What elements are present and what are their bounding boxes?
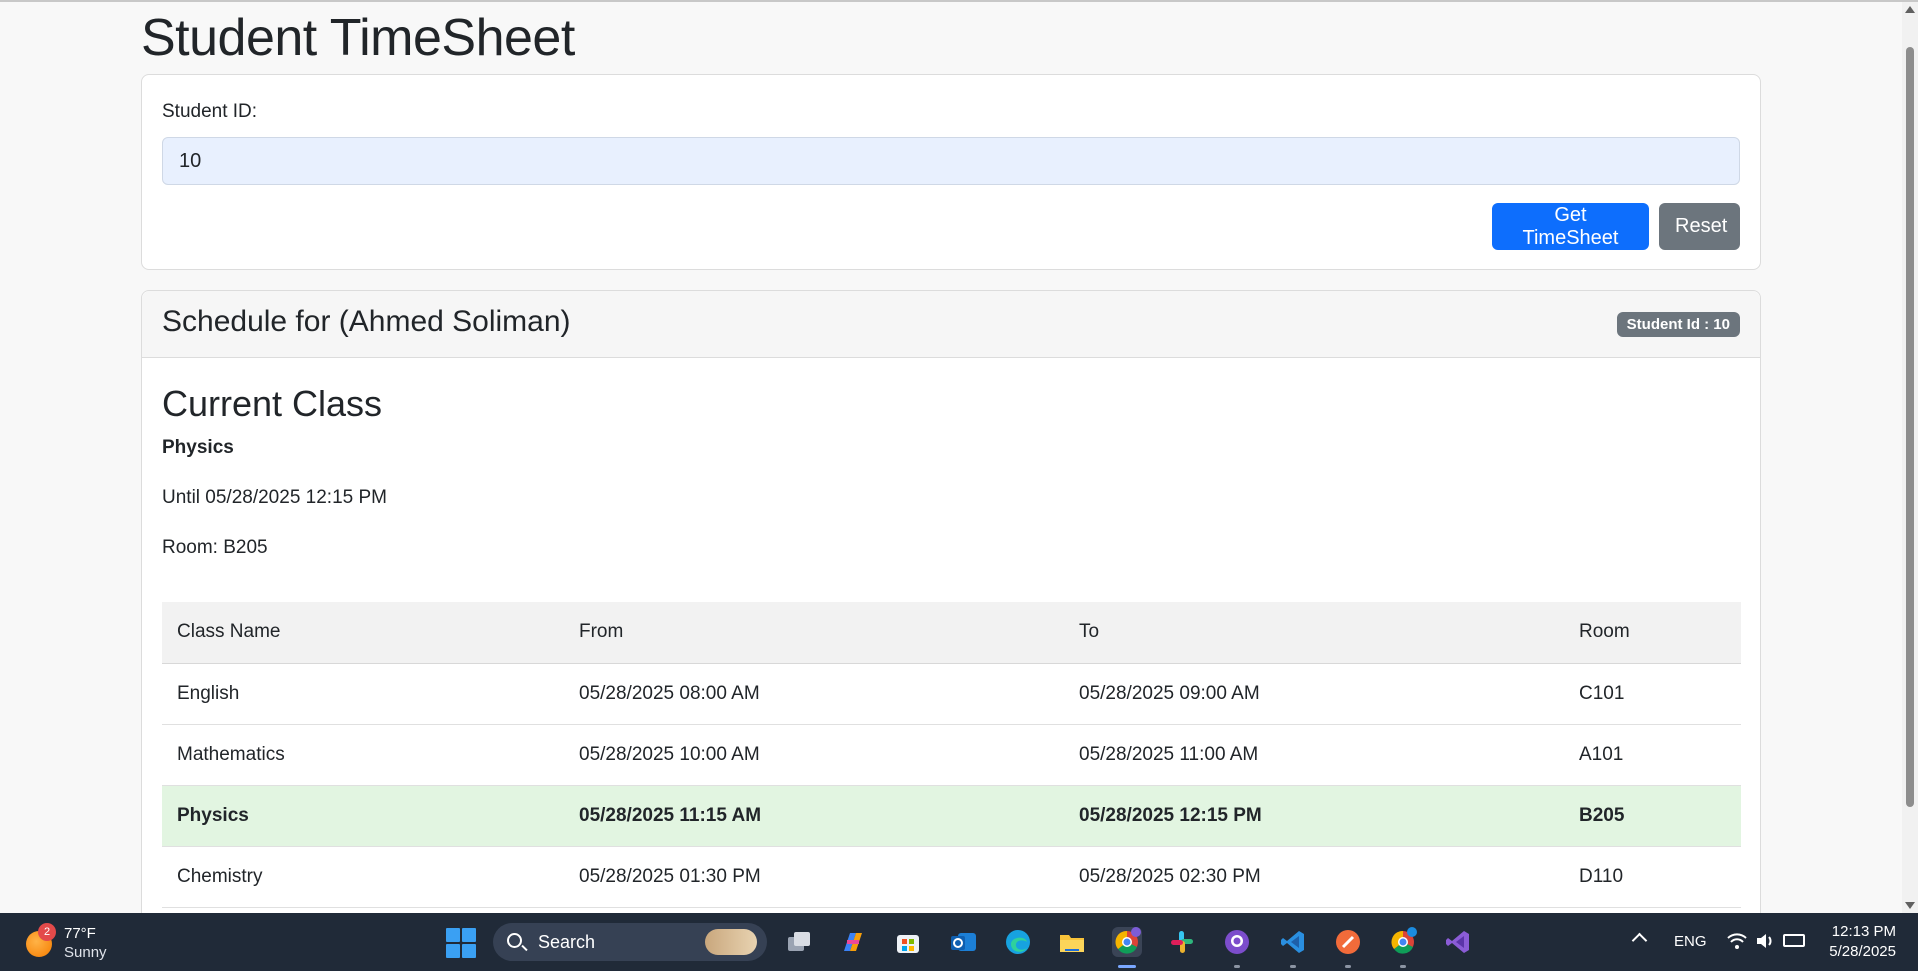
page-title: Student TimeSheet xyxy=(141,9,575,67)
cell-from: 05/28/2025 10:00 AM xyxy=(564,724,1064,786)
column-header-from: From xyxy=(564,602,1064,664)
cell-from: 05/28/2025 11:15 AM xyxy=(564,785,1064,847)
cell-from: 05/28/2025 08:00 AM xyxy=(564,663,1064,725)
timesheet-table: Class Name From To Room English 05/28/20… xyxy=(162,602,1741,908)
browser-viewport: Student TimeSheet Student ID: Get TimeSh… xyxy=(0,2,1902,913)
clock-time[interactable]: 12:13 PM xyxy=(1832,923,1896,940)
cell-room: C101 xyxy=(1564,663,1741,725)
chrome-icon[interactable] xyxy=(1112,927,1142,957)
weather-widget[interactable]: 2 77°F Sunny xyxy=(26,923,126,963)
table-row: English 05/28/2025 08:00 AM 05/28/2025 0… xyxy=(162,663,1741,725)
vscode-icon[interactable] xyxy=(1278,927,1308,957)
postman-running-indicator xyxy=(1345,965,1351,968)
page-scrollbar[interactable] xyxy=(1902,2,1918,913)
schedule-card: Schedule for (Ahmed Soliman) Student Id … xyxy=(141,290,1761,913)
postman-icon[interactable] xyxy=(1333,927,1363,957)
cell-room: D110 xyxy=(1564,846,1741,908)
current-class-name: Physics xyxy=(162,437,234,458)
taskbar-search[interactable]: Search xyxy=(493,923,767,961)
cell-to: 05/28/2025 02:30 PM xyxy=(1064,846,1564,908)
search-icon xyxy=(507,933,522,948)
weather-notification-badge: 2 xyxy=(38,923,56,941)
github-desktop-icon[interactable] xyxy=(1222,927,1252,957)
student-search-card: Student ID: Get TimeSheet Reset xyxy=(141,74,1761,270)
windows-taskbar: 2 77°F Sunny Search ENG 12:13 PM 5/28/20… xyxy=(0,913,1918,971)
cell-to: 05/28/2025 09:00 AM xyxy=(1064,663,1564,725)
table-row: Chemistry 05/28/2025 01:30 PM 05/28/2025… xyxy=(162,846,1741,908)
schedule-card-header: Schedule for (Ahmed Soliman) Student Id … xyxy=(142,291,1760,358)
current-class-room: Room: B205 xyxy=(162,537,268,558)
column-header-class-name: Class Name xyxy=(162,602,564,664)
cell-to: 05/28/2025 11:00 AM xyxy=(1064,724,1564,786)
clock-date[interactable]: 5/28/2025 xyxy=(1829,943,1896,960)
table-row-current: Physics 05/28/2025 11:15 AM 05/28/2025 1… xyxy=(162,785,1741,847)
show-hidden-icons-chevron-icon[interactable] xyxy=(1631,932,1648,949)
battery-icon[interactable] xyxy=(1783,934,1805,947)
file-explorer-icon[interactable] xyxy=(1057,927,1087,957)
chrome-profile-running-indicator xyxy=(1400,965,1406,968)
table-row: Mathematics 05/28/2025 10:00 AM 05/28/20… xyxy=(162,724,1741,786)
cell-to: 05/28/2025 12:15 PM xyxy=(1064,785,1564,847)
scrollbar-thumb[interactable] xyxy=(1906,47,1914,807)
student-id-badge: Student Id : 10 xyxy=(1616,312,1740,337)
reset-button[interactable]: Reset xyxy=(1659,203,1740,250)
column-header-to: To xyxy=(1064,602,1564,664)
column-header-room: Room xyxy=(1564,602,1741,664)
task-view-icon[interactable] xyxy=(784,927,814,957)
store-icon[interactable] xyxy=(893,927,923,957)
chrome-active-indicator xyxy=(1118,965,1136,968)
current-class-until: Until 05/28/2025 12:15 PM xyxy=(162,487,387,508)
windows-start-icon[interactable] xyxy=(446,928,476,958)
wifi-icon[interactable] xyxy=(1726,930,1748,952)
cell-class-name: Mathematics xyxy=(162,724,564,786)
visual-studio-icon[interactable] xyxy=(1443,927,1473,957)
outlook-icon[interactable] xyxy=(948,927,978,957)
weather-condition: Sunny xyxy=(64,944,107,961)
cell-class-name: Physics xyxy=(162,785,564,847)
weather-temperature: 77°F xyxy=(64,925,96,942)
copilot-icon[interactable] xyxy=(838,927,868,957)
student-id-input[interactable] xyxy=(162,137,1740,185)
edge-icon[interactable] xyxy=(1003,927,1033,957)
scroll-down-arrow-icon[interactable] xyxy=(1905,902,1915,909)
chrome-profile-icon[interactable] xyxy=(1388,927,1418,957)
cell-class-name: Chemistry xyxy=(162,846,564,908)
current-class-heading: Current Class xyxy=(162,383,383,424)
vscode-running-indicator xyxy=(1290,965,1296,968)
schedule-title: Schedule for (Ahmed Soliman) xyxy=(162,305,571,338)
table-header-row: Class Name From To Room xyxy=(162,602,1741,664)
scroll-up-arrow-icon[interactable] xyxy=(1905,6,1915,13)
language-indicator[interactable]: ENG xyxy=(1674,933,1707,950)
get-timesheet-button[interactable]: Get TimeSheet xyxy=(1492,203,1649,250)
cell-from: 05/28/2025 01:30 PM xyxy=(564,846,1064,908)
volume-icon[interactable] xyxy=(1754,930,1776,952)
cell-class-name: English xyxy=(162,663,564,725)
search-highlight-icon xyxy=(705,929,757,955)
github-running-indicator xyxy=(1234,965,1240,968)
cell-room: A101 xyxy=(1564,724,1741,786)
student-id-label: Student ID: xyxy=(162,101,258,122)
taskbar-search-label: Search xyxy=(538,932,596,952)
slack-icon[interactable] xyxy=(1167,927,1197,957)
cell-room: B205 xyxy=(1564,785,1741,847)
